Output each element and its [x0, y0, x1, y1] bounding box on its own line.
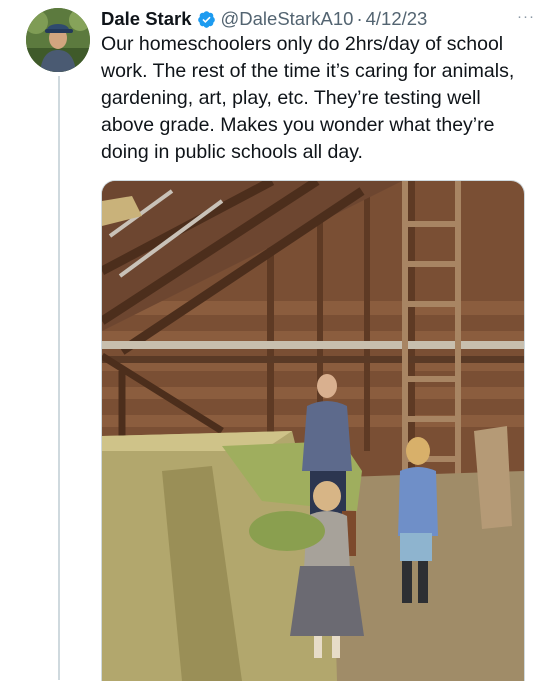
more-icon[interactable]: ··· [517, 8, 535, 25]
tweet-date[interactable]: 4/12/23 [366, 8, 428, 30]
barn-photo-image [102, 181, 524, 681]
avatar-image [26, 8, 90, 72]
verified-badge-icon [197, 10, 216, 29]
author-handle[interactable]: @DaleStarkA10 [221, 8, 354, 30]
tweet-text: Our homeschoolers only do 2hrs/day of sc… [101, 33, 515, 163]
separator-dot: · [356, 8, 363, 29]
avatar[interactable] [26, 8, 90, 72]
author-name[interactable]: Dale Stark [101, 8, 192, 30]
tweet-header: Dale Stark @DaleStarkA10 · 4/12/23 ··· [101, 6, 543, 32]
tweet-photo[interactable] [101, 180, 525, 681]
thread-line [58, 76, 60, 680]
